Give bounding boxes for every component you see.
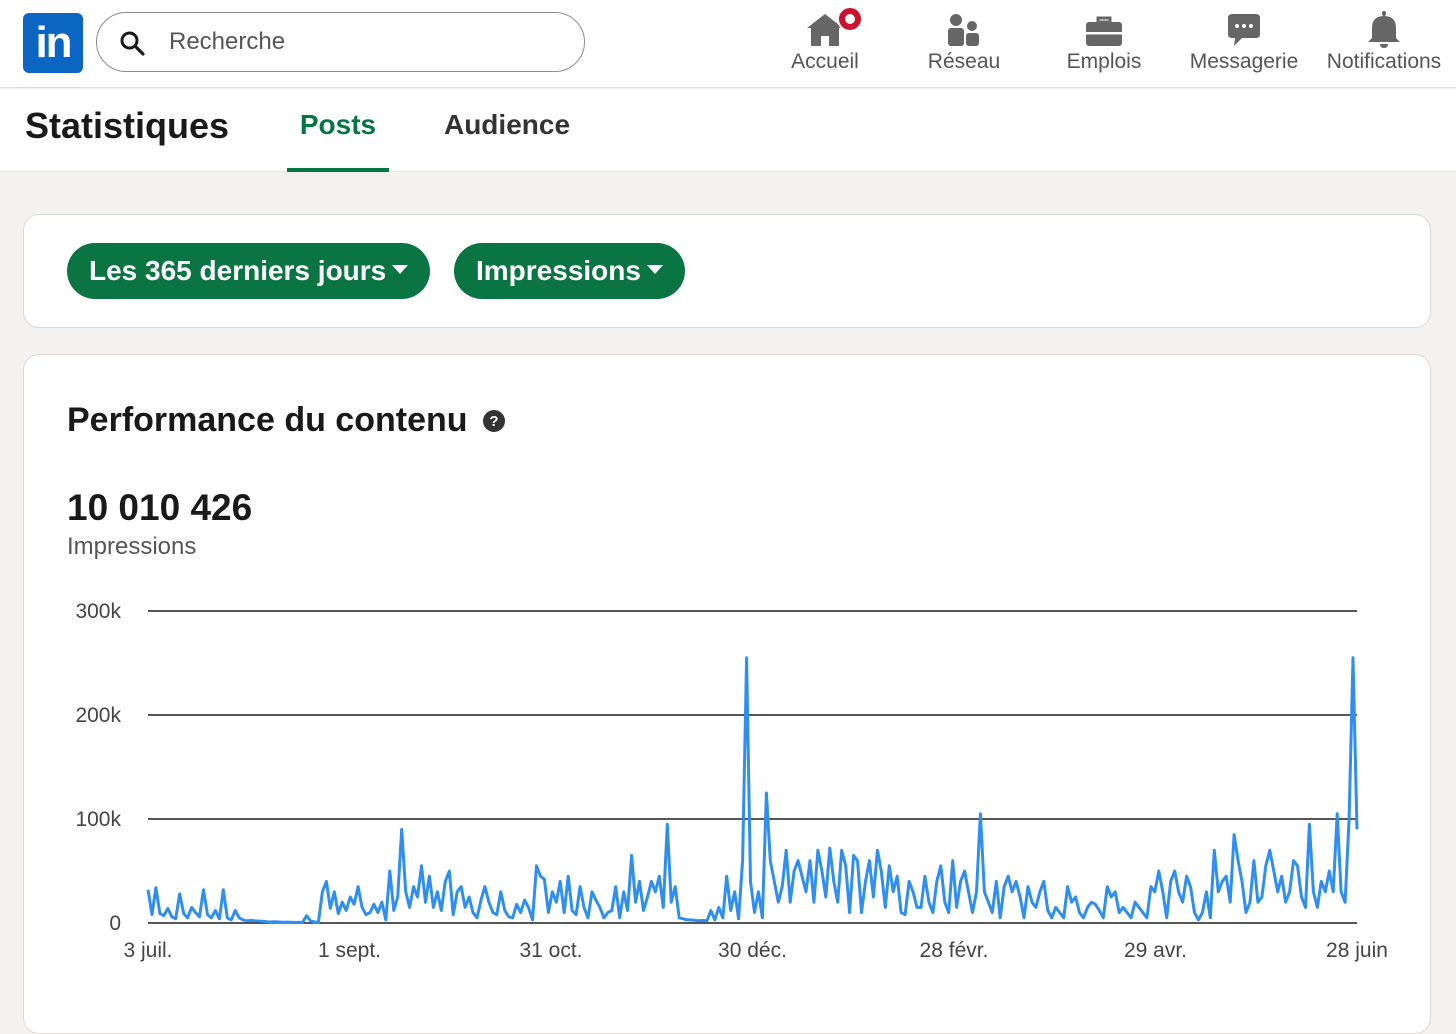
- period-dropdown[interactable]: Les 365 derniers jours: [67, 243, 431, 299]
- x-tick-label: 3 juil.: [123, 939, 172, 962]
- briefcase-icon: [1086, 16, 1122, 46]
- x-tick-label: 28 juin: [1326, 939, 1388, 962]
- x-tick-label: 30 déc.: [718, 939, 787, 962]
- nav-label: Messagerie: [1189, 50, 1299, 73]
- notification-badge: [837, 6, 863, 32]
- x-tick-label: 31 oct.: [519, 939, 582, 962]
- nav-label: Emplois: [1066, 50, 1142, 73]
- caret-down-icon: [646, 265, 663, 275]
- linkedin-logo[interactable]: in: [23, 13, 83, 73]
- search-icon: [120, 31, 145, 56]
- page-title: Statistiques: [25, 105, 230, 146]
- performance-card: Performance du contenu ? 10 010 426 Impr…: [23, 354, 1431, 1034]
- y-tick-label: 300k: [75, 600, 121, 623]
- search-bar[interactable]: [96, 12, 585, 72]
- y-tick-label: 100k: [75, 808, 121, 831]
- search-input[interactable]: [167, 23, 567, 61]
- nav-item-reseau[interactable]: Réseau: [894, 6, 1034, 84]
- metric-label: Impressions: [476, 255, 641, 286]
- people-icon: [948, 14, 979, 46]
- impressions-series-line: [146, 656, 1359, 924]
- nav-label: Accueil: [791, 50, 859, 73]
- page-header: Statistiques Posts Audience: [0, 89, 1456, 172]
- x-tick-label: 29 avr.: [1124, 939, 1187, 962]
- bell-icon: [1368, 11, 1400, 48]
- x-tick-label: 28 févr.: [920, 939, 989, 962]
- y-tick-label: 200k: [75, 704, 121, 727]
- nav-label: Réseau: [927, 50, 1001, 73]
- tab-posts[interactable]: Posts: [287, 109, 389, 172]
- filter-card: Les 365 derniers jours Impressions: [23, 214, 1431, 328]
- metric-dropdown[interactable]: Impressions: [454, 243, 685, 299]
- nav-item-notifications[interactable]: Notifications: [1314, 6, 1454, 84]
- chat-icon: [1228, 14, 1260, 46]
- impressions-line-chart: 0 100k 200k 300k 3 juil. 1 sept. 31 oct. 30 déc…: [75, 600, 1388, 962]
- nav-item-messagerie[interactable]: Messagerie: [1174, 6, 1314, 84]
- caret-down-icon: [392, 265, 409, 275]
- nav-label: Notifications: [1326, 50, 1442, 73]
- x-tick-label: 1 sept.: [318, 939, 381, 962]
- nav-item-emplois[interactable]: Emplois: [1034, 6, 1174, 84]
- top-navigation: in Accueil Réseau Emplois: [0, 0, 1456, 88]
- period-label: Les 365 derniers jours: [89, 255, 387, 286]
- nav-item-accueil[interactable]: Accueil: [755, 6, 895, 84]
- tab-audience[interactable]: Audience: [430, 109, 584, 172]
- y-tick-label: 0: [109, 912, 121, 935]
